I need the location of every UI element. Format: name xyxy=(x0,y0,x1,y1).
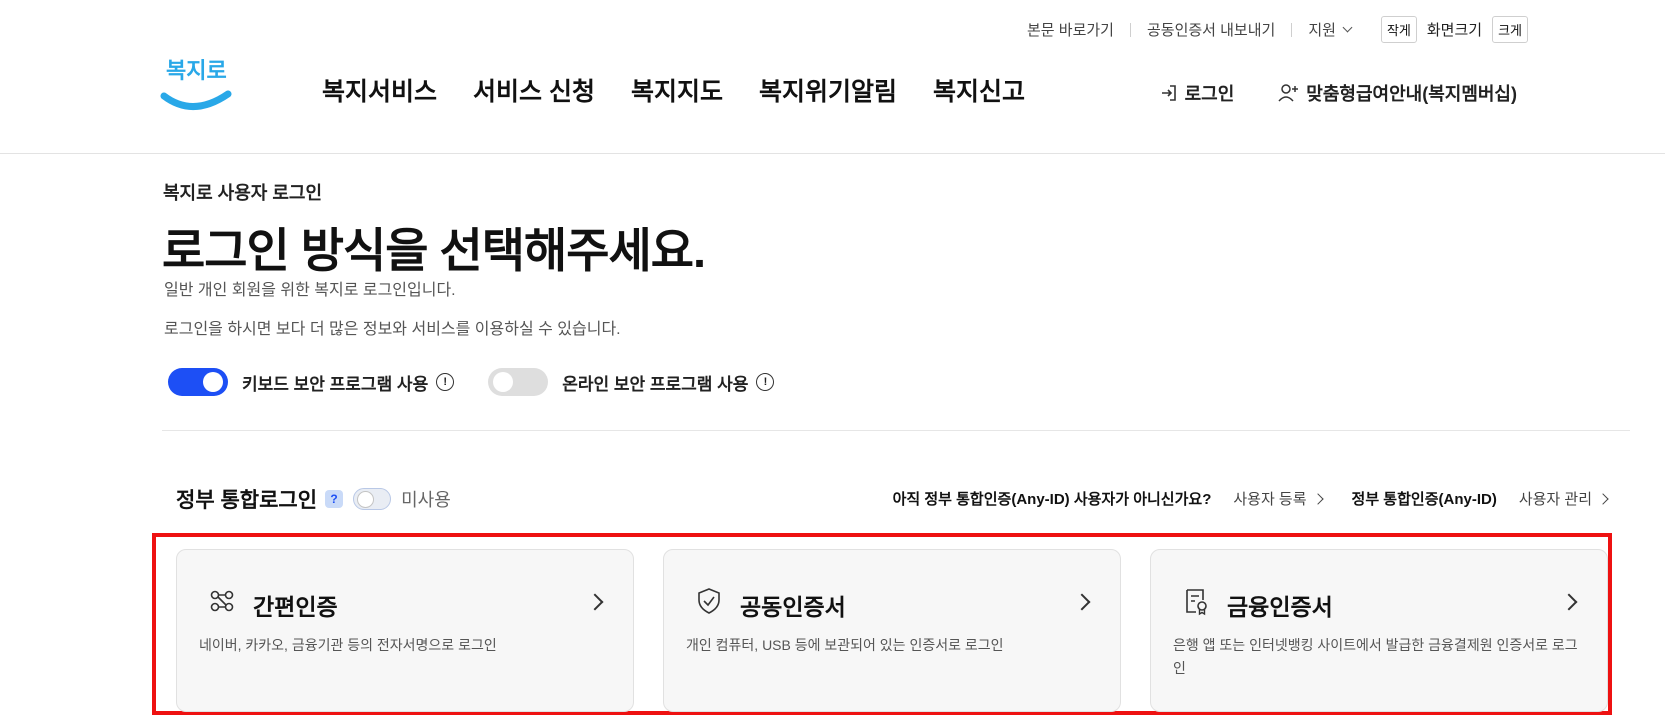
login-link[interactable]: 로그인 xyxy=(1159,80,1235,106)
page-description-1: 일반 개인 회원을 위한 복지로 로그인입니다. xyxy=(164,282,456,299)
toggle-knob xyxy=(493,372,514,392)
card-description: 개인 컴퓨터, USB 등에 보관되어 있는 인증서로 로그인 xyxy=(686,637,1004,653)
toggle-knob xyxy=(203,372,223,392)
header-actions: 로그인 맞춤형급여안내(복지멤버십) xyxy=(1159,80,1517,106)
utility-bar: 본문 바로가기 공동인증서 내보내기 지원 작게 화면크기 크게 xyxy=(1027,16,1528,43)
gov-login-links: 아직 정부 통합인증(Any-ID) 사용자가 아니신가요? 사용자 등록 정부… xyxy=(892,488,1609,509)
chevron-right-icon xyxy=(1560,593,1578,611)
nav-welfare-report[interactable]: 복지신고 xyxy=(933,72,1025,108)
user-register-link[interactable]: 사용자 등록 xyxy=(1233,488,1324,509)
help-icon[interactable]: ? xyxy=(325,490,344,508)
nav-crisis-alert[interactable]: 복지위기알림 xyxy=(759,72,897,108)
page-eyebrow: 복지로 사용자 로그인 xyxy=(163,183,323,203)
shield-check-icon xyxy=(698,588,720,614)
divider xyxy=(1129,22,1131,37)
logo-mark: 복지로 xyxy=(160,59,232,110)
anyid-label: 정부 통합인증(Any-ID) xyxy=(1351,491,1497,508)
main-nav: 복지서비스 서비스 신청 복지지도 복지위기알림 복지신고 xyxy=(322,72,1025,108)
chevron-right-icon xyxy=(1597,492,1609,505)
gov-login-header: 정부 통합로그인 ? 미사용 xyxy=(176,484,451,514)
finance-cert-card[interactable]: 금융인증서 은행 앱 또는 인터넷뱅킹 사이트에서 발급한 금융결제원 인증서로… xyxy=(1150,549,1608,712)
membership-label: 맞춤형급여안내(복지멤버십) xyxy=(1306,84,1517,104)
skip-to-content-link[interactable]: 본문 바로가기 xyxy=(1027,19,1114,40)
nav-welfare-map[interactable]: 복지지도 xyxy=(631,72,723,108)
membership-link[interactable]: 맞춤형급여안내(복지멤버십) xyxy=(1278,80,1517,106)
card-description: 은행 앱 또는 인터넷뱅킹 사이트에서 발급한 금융결제원 인증서로 로그인 xyxy=(1173,637,1578,676)
bokjiro-logo[interactable]: 복지로 xyxy=(160,52,234,118)
login-label: 로그인 xyxy=(1184,84,1235,104)
nav-service-apply[interactable]: 서비스 신청 xyxy=(473,72,595,108)
support-label: 지원 xyxy=(1308,22,1336,39)
keyboard-security-toggle[interactable] xyxy=(168,368,228,396)
login-icon xyxy=(1161,85,1176,101)
gov-login-toggle[interactable] xyxy=(353,488,392,510)
user-manage-label: 사용자 관리 xyxy=(1518,491,1592,508)
gov-login-title: 정부 통합로그인 xyxy=(176,489,318,512)
chevron-right-icon xyxy=(1311,492,1324,505)
online-security-label: 온라인 보안 프로그램 사용 xyxy=(562,374,749,394)
support-dropdown[interactable]: 지원 xyxy=(1308,19,1353,40)
chevron-right-icon xyxy=(1073,593,1091,611)
card-title: 금융인증서 xyxy=(1227,594,1333,620)
anyid-question: 아직 정부 통합인증(Any-ID) 사용자가 아니신가요? xyxy=(892,491,1212,508)
font-size-label: 화면크기 xyxy=(1426,22,1483,39)
chevron-down-icon xyxy=(1342,22,1353,33)
logo-text: 복지로 xyxy=(166,59,227,84)
toggle-knob xyxy=(357,491,375,508)
card-title: 공동인증서 xyxy=(740,594,846,620)
font-large-button[interactable]: 크게 xyxy=(1492,16,1528,43)
card-title: 간편인증 xyxy=(253,594,338,620)
page-title: 로그인 방식을 선택해주세요. xyxy=(162,224,706,277)
cert-export-link[interactable]: 공동인증서 내보내기 xyxy=(1147,19,1275,40)
page-description-2: 로그인을 하시면 보다 더 많은 정보와 서비스를 이용하실 수 있습니다. xyxy=(164,321,621,338)
info-icon[interactable]: ! xyxy=(436,373,455,391)
security-toggles: 키보드 보안 프로그램 사용 ! 온라인 보안 프로그램 사용 ! xyxy=(168,368,775,396)
chevron-right-icon xyxy=(586,593,604,611)
simple-auth-icon xyxy=(210,590,234,612)
keyboard-security-label: 키보드 보안 프로그램 사용 xyxy=(242,374,429,394)
online-security-toggle[interactable] xyxy=(488,368,549,396)
nav-welfare-services[interactable]: 복지서비스 xyxy=(322,72,437,108)
card-description: 네이버, 카카오, 금융기관 등의 전자서명으로 로그인 xyxy=(199,637,497,653)
info-icon[interactable]: ! xyxy=(756,373,775,391)
user-register-label: 사용자 등록 xyxy=(1233,491,1307,508)
gov-login-status: 미사용 xyxy=(401,490,451,510)
section-divider xyxy=(162,430,1630,431)
certificate-icon xyxy=(1186,589,1207,616)
user-add-icon xyxy=(1278,84,1299,102)
joint-cert-card[interactable]: 공동인증서 개인 컴퓨터, USB 등에 보관되어 있는 인증서로 로그인 xyxy=(663,549,1121,712)
divider xyxy=(1291,22,1293,37)
simple-auth-card[interactable]: 간편인증 네이버, 카카오, 금융기관 등의 전자서명으로 로그인 xyxy=(176,549,634,712)
font-small-button[interactable]: 작게 xyxy=(1380,16,1417,43)
user-manage-link[interactable]: 사용자 관리 xyxy=(1518,488,1609,509)
header-divider xyxy=(0,153,1665,154)
